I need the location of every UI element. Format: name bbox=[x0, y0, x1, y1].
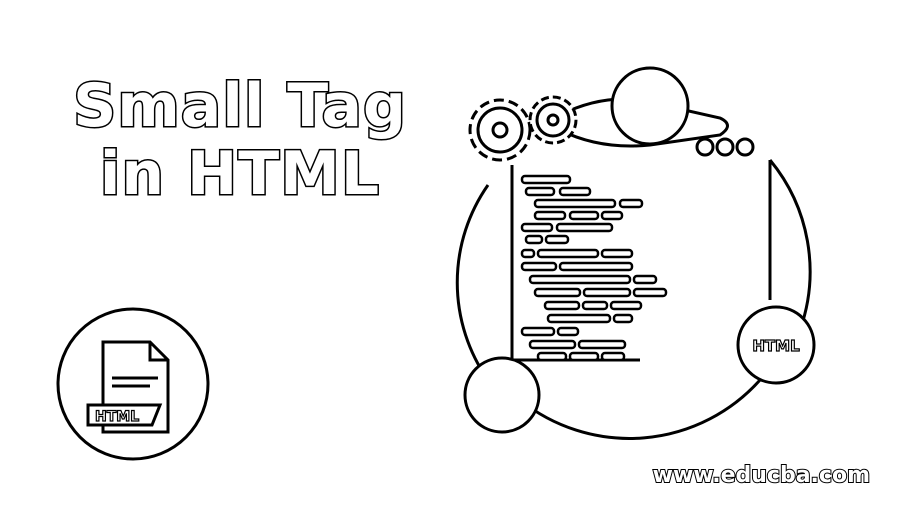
code-editor-window bbox=[510, 160, 772, 362]
website-url: www.educba.com bbox=[652, 462, 871, 489]
html-file-icon: HTML bbox=[56, 307, 210, 461]
window-dots-icon bbox=[695, 137, 755, 157]
gear-icon bbox=[528, 95, 578, 145]
top-swoosh bbox=[558, 66, 729, 148]
gear-icon bbox=[468, 98, 532, 162]
bubble-badge-label: HTML bbox=[752, 337, 800, 355]
bubble-circle bbox=[463, 356, 541, 434]
illustration: HTML HTML bbox=[56, 66, 816, 461]
file-badge-label: HTML bbox=[95, 409, 139, 425]
html-bubble-icon: HTML bbox=[736, 305, 816, 385]
